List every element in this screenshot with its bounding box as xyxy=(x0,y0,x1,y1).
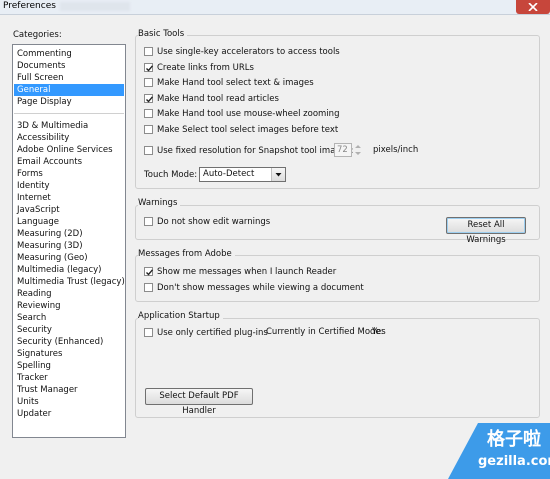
categories-label: Categories: xyxy=(13,30,62,40)
edit-warnings-row[interactable]: Do not show edit warnings xyxy=(144,216,344,228)
messages-group xyxy=(135,255,540,302)
startup-heading: Application Startup xyxy=(138,311,223,321)
window-title: Preferences xyxy=(3,1,56,11)
category-item[interactable]: Multimedia Trust (legacy) xyxy=(14,276,125,288)
message-option-row[interactable]: Show me messages when I launch Reader xyxy=(144,266,444,278)
default-pdf-handler-button[interactable]: Select Default PDF Handler xyxy=(145,388,253,416)
message-option-label: Don't show messages while viewing a docu… xyxy=(157,283,364,293)
category-item[interactable]: Language xyxy=(14,216,124,228)
category-item[interactable]: Email Accounts xyxy=(14,156,124,168)
basic-tool-option-row[interactable]: Make Select tool select images before te… xyxy=(144,124,444,136)
basic-tool-option-label: Create links from URLs xyxy=(157,62,254,73)
fixed-resolution-label: Use fixed resolution for Snapshot tool i… xyxy=(157,146,354,156)
close-button[interactable] xyxy=(516,0,550,14)
watermark-en: gezilla.com xyxy=(478,454,550,469)
certified-mode-value: Yes xyxy=(372,327,386,337)
fixed-resolution-checkbox[interactable] xyxy=(144,146,153,155)
certified-plugins-row[interactable]: Use only certified plug-ins xyxy=(144,327,268,339)
category-item[interactable]: Full Screen xyxy=(14,72,124,84)
category-item[interactable]: General xyxy=(14,84,124,96)
certified-plugins-checkbox[interactable] xyxy=(144,328,153,337)
basic-tool-option-label: Use single-key accelerators to access to… xyxy=(157,47,340,57)
category-item[interactable]: Internet xyxy=(14,192,124,204)
certified-plugins-label: Use only certified plug-ins xyxy=(157,328,268,338)
basic-tool-option-label: Make Hand tool use mouse-wheel zooming xyxy=(157,109,340,120)
category-item[interactable]: Identity xyxy=(14,180,124,192)
message-option-checkbox[interactable] xyxy=(144,283,153,292)
category-item[interactable]: Reading xyxy=(14,288,124,300)
touch-mode-value: Auto-Detect xyxy=(203,169,255,179)
category-item[interactable]: Security (Enhanced) xyxy=(14,336,124,348)
watermark-cn: 格子啦 xyxy=(487,429,541,450)
basic-tool-option-row[interactable]: Make Hand tool select text & images xyxy=(144,77,444,89)
category-item[interactable]: Security xyxy=(14,324,124,336)
basic-tool-option-checkbox[interactable] xyxy=(144,62,154,72)
basic-tool-option-row[interactable]: Make Hand tool use mouse-wheel zooming xyxy=(144,108,444,120)
resolution-stepper[interactable]: 72 xyxy=(334,143,361,157)
message-option-checkbox[interactable] xyxy=(144,267,154,276)
category-item[interactable]: Signatures xyxy=(14,348,124,360)
basic-tools-heading: Basic Tools xyxy=(138,29,188,39)
basic-tool-option-checkbox[interactable] xyxy=(144,125,153,134)
categories-list[interactable]: Commenting Documents Full Screen General Pag… xyxy=(12,44,126,438)
basic-tool-option-checkbox[interactable] xyxy=(144,109,153,119)
resolution-unit: pixels/inch xyxy=(373,145,419,155)
basic-tool-option-checkbox[interactable] xyxy=(144,78,153,88)
category-item[interactable]: Trust Manager xyxy=(14,384,124,396)
category-item[interactable]: Reviewing xyxy=(14,300,124,312)
basic-tool-option-label: Make Hand tool read articles xyxy=(157,93,279,104)
message-option-label: Show me messages when I launch Reader xyxy=(157,267,337,277)
watermark-corner xyxy=(448,423,478,479)
category-item[interactable]: Units xyxy=(14,396,124,408)
warnings-heading: Warnings xyxy=(138,198,181,208)
category-separator xyxy=(14,113,124,114)
category-item[interactable]: Adobe Online Services xyxy=(14,144,124,156)
category-item[interactable]: Accessibility xyxy=(14,132,124,144)
chevron-down-icon xyxy=(271,168,285,181)
category-item[interactable]: Measuring (Geo) xyxy=(14,252,124,264)
resolution-value: 72 xyxy=(337,145,348,155)
basic-tool-option-row[interactable]: Make Hand tool read articles xyxy=(144,93,444,105)
category-item[interactable]: Measuring (3D) xyxy=(14,240,124,252)
close-icon xyxy=(528,3,538,11)
title-bar: Preferences xyxy=(0,0,550,15)
category-item[interactable]: Forms xyxy=(14,168,124,180)
category-item[interactable]: Multimedia (legacy) xyxy=(14,264,124,276)
touch-mode-select[interactable]: Auto-Detect xyxy=(199,167,286,182)
category-item[interactable]: Documents xyxy=(14,60,124,72)
watermark-logo: 格子啦 gezilla.com xyxy=(448,423,550,479)
messages-heading: Messages from Adobe xyxy=(138,249,235,259)
category-item[interactable]: Spelling xyxy=(14,360,124,372)
category-item[interactable]: Tracker xyxy=(14,372,124,384)
touch-mode-label: Touch Mode: xyxy=(144,170,198,180)
edit-warnings-label: Do not show edit warnings xyxy=(157,217,271,227)
basic-tool-option-checkbox[interactable] xyxy=(144,47,153,56)
message-option-row[interactable]: Don't show messages while viewing a docu… xyxy=(144,282,444,294)
basic-tool-option-row[interactable]: Create links from URLs xyxy=(144,62,444,74)
category-item[interactable]: Measuring (2D) xyxy=(14,228,124,240)
category-item[interactable]: Search xyxy=(14,312,124,324)
category-item[interactable]: Page Display xyxy=(14,96,124,108)
category-item[interactable]: Commenting xyxy=(14,48,124,60)
basic-tool-option-row[interactable]: Use single-key accelerators to access to… xyxy=(144,46,444,58)
category-item[interactable]: 3D & Multimedia xyxy=(14,120,124,132)
basic-tool-option-label: Make Hand tool select text & images xyxy=(157,78,314,89)
stepper-arrows-icon[interactable] xyxy=(353,143,363,157)
category-item[interactable]: JavaScript xyxy=(14,204,124,216)
category-item[interactable]: Updater xyxy=(14,408,124,420)
blurred-title-text xyxy=(60,2,130,11)
basic-tool-option-checkbox[interactable] xyxy=(144,93,154,103)
edit-warnings-checkbox[interactable] xyxy=(144,217,153,226)
certified-mode-label: Currently in Certified Mode: xyxy=(266,327,384,337)
reset-warnings-button[interactable]: Reset All Warnings xyxy=(446,217,526,245)
basic-tool-option-label: Make Select tool select images before te… xyxy=(157,125,339,135)
